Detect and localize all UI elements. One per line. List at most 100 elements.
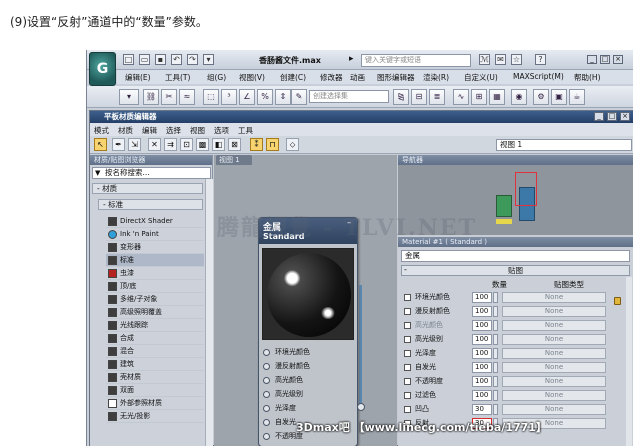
graphite-tools-icon[interactable]: ▦	[489, 89, 505, 105]
editor-menu-mode[interactable]: 模式	[94, 125, 109, 136]
spinner-arrows-icon[interactable]	[493, 404, 498, 415]
spinner-arrows-icon[interactable]	[493, 348, 498, 359]
map-type-button[interactable]: None	[502, 334, 606, 345]
map-type-button[interactable]: None	[502, 348, 606, 359]
render-production-icon[interactable]: ☕	[569, 89, 585, 105]
undo-dropdown-icon[interactable]: ▾	[119, 89, 139, 105]
save-file-icon[interactable]: ▪	[155, 54, 166, 65]
slot-socket-icon[interactable]	[263, 433, 270, 440]
map-type-button[interactable]: None	[502, 404, 606, 415]
rollout-collapse-icon[interactable]: -	[404, 265, 407, 274]
map-enable-checkbox[interactable]	[404, 308, 411, 315]
menu-tools[interactable]: 工具(T)	[165, 72, 190, 83]
maximize-icon[interactable]: □	[600, 55, 610, 64]
open-file-icon[interactable]: ▭	[139, 54, 150, 65]
editor-close-icon[interactable]: ×	[620, 112, 630, 121]
menu-help[interactable]: 帮助(H)	[574, 72, 601, 83]
map-amount-input[interactable]: 100	[472, 292, 492, 303]
spinner-arrows-icon[interactable]	[493, 376, 498, 387]
map-amount-input[interactable]: 100	[472, 362, 492, 373]
browser-menu-arrow-icon[interactable]: ▼	[95, 169, 100, 177]
list-item[interactable]: 壳材质	[106, 371, 204, 384]
map-enable-checkbox[interactable]	[404, 294, 411, 301]
map-type-button[interactable]: None	[502, 362, 606, 373]
category-materials[interactable]: - 材质	[92, 183, 203, 194]
menu-customize[interactable]: 自定义(U)	[464, 72, 498, 83]
material-editor-icon[interactable]: ◉	[511, 89, 527, 105]
binoculars-icon[interactable]: ℳ	[479, 54, 490, 65]
menu-animation[interactable]: 动画	[350, 72, 365, 83]
list-item[interactable]: 高级照明覆盖	[106, 306, 204, 319]
map-amount-input[interactable]: 100	[472, 348, 492, 359]
slot-diffuse[interactable]: 漫反射颜色	[261, 360, 355, 373]
slot-socket-icon[interactable]	[263, 377, 270, 384]
editor-maximize-icon[interactable]: □	[607, 112, 617, 121]
map-enable-checkbox[interactable]	[404, 322, 411, 329]
percent-snap-icon[interactable]: %	[257, 89, 273, 105]
delete-icon[interactable]: ✕	[148, 138, 161, 151]
pick-material-icon[interactable]: ✒	[112, 138, 125, 151]
select-tool-icon[interactable]: ↖	[94, 138, 107, 151]
list-item[interactable]: 无光/投影	[106, 410, 204, 423]
undo-icon[interactable]: ↶	[171, 54, 182, 65]
map-enable-checkbox[interactable]	[404, 406, 411, 413]
bind-warp-icon[interactable]: ≈	[179, 89, 195, 105]
slot-socket-icon[interactable]	[263, 405, 270, 412]
map-type-button[interactable]: None	[502, 292, 606, 303]
browser-scrollbar[interactable]	[205, 179, 213, 446]
list-item[interactable]: 外部参照材质	[106, 397, 204, 410]
map-amount-input[interactable]: 100	[472, 390, 492, 401]
tab-view-1[interactable]: 视图 1	[216, 155, 252, 165]
list-item[interactable]: 建筑	[106, 358, 204, 371]
editor-menu-options[interactable]: 选项	[214, 125, 229, 136]
list-item[interactable]: Ink 'n Paint	[106, 228, 204, 241]
angle-snap-icon[interactable]: ∠	[239, 89, 255, 105]
map-amount-input[interactable]: 100	[472, 306, 492, 317]
spinner-arrows-icon[interactable]	[493, 334, 498, 345]
list-item[interactable]: 多维/子对象	[106, 293, 204, 306]
show-end-result-icon[interactable]: ⊠	[228, 138, 241, 151]
favorites-star-icon[interactable]: ☆	[511, 54, 522, 65]
help-search-input[interactable]: 键入关键字或短语	[361, 54, 471, 67]
browser-search-input[interactable]: 按名称搜索...	[92, 167, 211, 179]
navigator-view-frame[interactable]	[515, 172, 537, 206]
list-item[interactable]: 顶/底	[106, 280, 204, 293]
close-icon[interactable]: ×	[613, 55, 623, 64]
map-enable-checkbox[interactable]	[404, 364, 411, 371]
slot-socket-icon[interactable]	[263, 419, 270, 426]
layout-children-icon[interactable]: ⊓	[266, 138, 279, 151]
material-preview-swatch[interactable]	[262, 248, 354, 340]
category-standard[interactable]: - 标准	[98, 199, 203, 210]
map-amount-input[interactable]: 100	[472, 334, 492, 345]
editor-minimize-icon[interactable]: _	[594, 112, 604, 121]
slot-socket-icon[interactable]	[263, 363, 270, 370]
map-type-button[interactable]: None	[502, 320, 606, 331]
list-item[interactable]: 混合	[106, 345, 204, 358]
help-icon[interactable]: ?	[535, 54, 546, 65]
maps-rollout-title[interactable]: 贴图	[401, 265, 630, 276]
assign-material-icon[interactable]: ⇲	[128, 138, 141, 151]
new-file-icon[interactable]: □	[123, 54, 134, 65]
map-amount-input[interactable]: 30	[472, 404, 492, 415]
unlink-icon[interactable]: ✂	[161, 89, 177, 105]
selection-set-dropdown[interactable]: 创建选择集	[309, 90, 389, 103]
mirror-icon[interactable]: ⧎	[393, 89, 409, 105]
material-node[interactable]: 金属 Standard – 环境光颜色 漫反射颜色 高光颜色 高光级别 光泽度 …	[258, 217, 358, 446]
spinner-arrows-icon[interactable]	[493, 390, 498, 401]
spinner-arrows-icon[interactable]	[493, 306, 498, 317]
select-object-icon[interactable]: ⬚	[203, 89, 219, 105]
app-logo[interactable]: G	[89, 52, 116, 86]
editor-menu-view[interactable]: 视图	[190, 125, 205, 136]
list-item[interactable]: 虫漆	[106, 267, 204, 280]
menu-views[interactable]: 视图(V)	[239, 72, 265, 83]
editor-menu-edit[interactable]: 编辑	[142, 125, 157, 136]
map-enable-checkbox[interactable]	[404, 392, 411, 399]
quick-access-dropdown-icon[interactable]: ▾	[203, 54, 214, 65]
show-map-in-viewport-icon[interactable]: ▩	[196, 138, 209, 151]
minimize-icon[interactable]: _	[587, 55, 597, 64]
slot-ambient[interactable]: 环境光颜色	[261, 346, 355, 359]
spinner-snap-icon[interactable]: ⇕	[275, 89, 291, 105]
editor-menu-select[interactable]: 选择	[166, 125, 181, 136]
redo-icon[interactable]: ↷	[187, 54, 198, 65]
material-id-icon[interactable]: ⬦	[286, 138, 299, 151]
